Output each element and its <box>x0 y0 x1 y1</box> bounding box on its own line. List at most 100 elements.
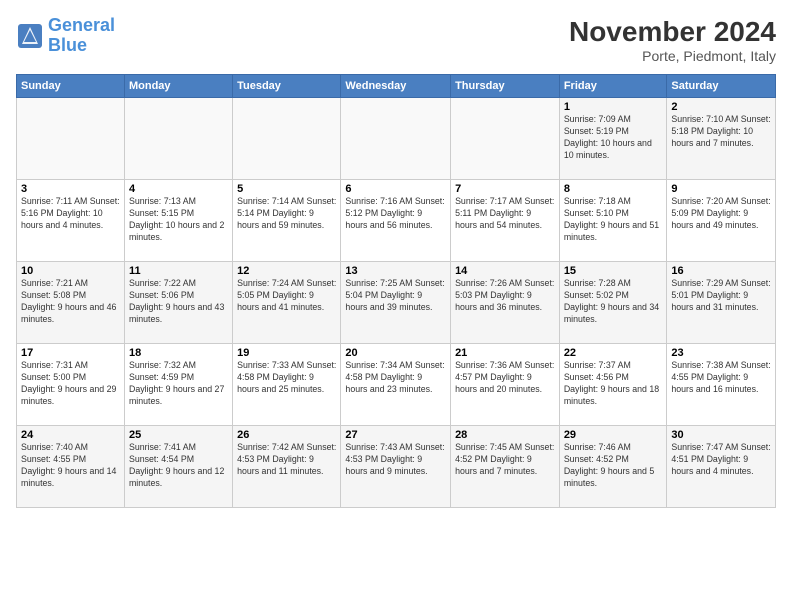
day-info: Sunrise: 7:45 AM Sunset: 4:52 PM Dayligh… <box>455 442 555 478</box>
weekday-row: SundayMondayTuesdayWednesdayThursdayFrid… <box>17 75 776 98</box>
day-number: 13 <box>345 265 446 277</box>
day-number: 26 <box>237 429 336 441</box>
calendar-cell: 23Sunrise: 7:38 AM Sunset: 4:55 PM Dayli… <box>667 344 776 426</box>
weekday-thursday: Thursday <box>451 75 560 98</box>
weekday-monday: Monday <box>124 75 232 98</box>
day-number: 25 <box>129 429 228 441</box>
day-number: 22 <box>564 347 663 359</box>
calendar-cell: 11Sunrise: 7:22 AM Sunset: 5:06 PM Dayli… <box>124 262 232 344</box>
weekday-tuesday: Tuesday <box>233 75 341 98</box>
calendar-body: 1Sunrise: 7:09 AM Sunset: 5:19 PM Daylig… <box>17 98 776 508</box>
weekday-friday: Friday <box>559 75 667 98</box>
day-info: Sunrise: 7:22 AM Sunset: 5:06 PM Dayligh… <box>129 278 228 326</box>
calendar-cell: 7Sunrise: 7:17 AM Sunset: 5:11 PM Daylig… <box>451 180 560 262</box>
day-number: 30 <box>671 429 771 441</box>
day-info: Sunrise: 7:10 AM Sunset: 5:18 PM Dayligh… <box>671 114 771 150</box>
day-number: 1 <box>564 101 663 113</box>
day-number: 28 <box>455 429 555 441</box>
calendar-week-3: 17Sunrise: 7:31 AM Sunset: 5:00 PM Dayli… <box>17 344 776 426</box>
day-number: 2 <box>671 101 771 113</box>
calendar-week-4: 24Sunrise: 7:40 AM Sunset: 4:55 PM Dayli… <box>17 426 776 508</box>
page: General Blue November 2024 Porte, Piedmo… <box>0 0 792 612</box>
calendar-week-1: 3Sunrise: 7:11 AM Sunset: 5:16 PM Daylig… <box>17 180 776 262</box>
calendar-cell: 21Sunrise: 7:36 AM Sunset: 4:57 PM Dayli… <box>451 344 560 426</box>
day-info: Sunrise: 7:11 AM Sunset: 5:16 PM Dayligh… <box>21 196 120 232</box>
day-info: Sunrise: 7:24 AM Sunset: 5:05 PM Dayligh… <box>237 278 336 314</box>
calendar-cell: 22Sunrise: 7:37 AM Sunset: 4:56 PM Dayli… <box>559 344 667 426</box>
day-number: 4 <box>129 183 228 195</box>
day-number: 14 <box>455 265 555 277</box>
day-info: Sunrise: 7:41 AM Sunset: 4:54 PM Dayligh… <box>129 442 228 490</box>
day-info: Sunrise: 7:36 AM Sunset: 4:57 PM Dayligh… <box>455 360 555 396</box>
day-number: 7 <box>455 183 555 195</box>
calendar-week-2: 10Sunrise: 7:21 AM Sunset: 5:08 PM Dayli… <box>17 262 776 344</box>
header: General Blue November 2024 Porte, Piedmo… <box>16 16 776 64</box>
day-number: 16 <box>671 265 771 277</box>
calendar-cell: 3Sunrise: 7:11 AM Sunset: 5:16 PM Daylig… <box>17 180 125 262</box>
day-info: Sunrise: 7:16 AM Sunset: 5:12 PM Dayligh… <box>345 196 446 232</box>
calendar-cell: 12Sunrise: 7:24 AM Sunset: 5:05 PM Dayli… <box>233 262 341 344</box>
calendar-header: SundayMondayTuesdayWednesdayThursdayFrid… <box>17 75 776 98</box>
day-number: 24 <box>21 429 120 441</box>
day-info: Sunrise: 7:09 AM Sunset: 5:19 PM Dayligh… <box>564 114 663 162</box>
calendar-cell: 28Sunrise: 7:45 AM Sunset: 4:52 PM Dayli… <box>451 426 560 508</box>
location-subtitle: Porte, Piedmont, Italy <box>569 48 776 64</box>
day-info: Sunrise: 7:34 AM Sunset: 4:58 PM Dayligh… <box>345 360 446 396</box>
day-number: 21 <box>455 347 555 359</box>
day-info: Sunrise: 7:33 AM Sunset: 4:58 PM Dayligh… <box>237 360 336 396</box>
calendar-cell <box>124 98 232 180</box>
day-info: Sunrise: 7:32 AM Sunset: 4:59 PM Dayligh… <box>129 360 228 408</box>
day-number: 12 <box>237 265 336 277</box>
calendar-cell: 24Sunrise: 7:40 AM Sunset: 4:55 PM Dayli… <box>17 426 125 508</box>
calendar-cell <box>451 98 560 180</box>
day-info: Sunrise: 7:20 AM Sunset: 5:09 PM Dayligh… <box>671 196 771 232</box>
calendar-cell: 18Sunrise: 7:32 AM Sunset: 4:59 PM Dayli… <box>124 344 232 426</box>
day-info: Sunrise: 7:28 AM Sunset: 5:02 PM Dayligh… <box>564 278 663 326</box>
logo-text: General Blue <box>48 16 115 56</box>
calendar-cell: 27Sunrise: 7:43 AM Sunset: 4:53 PM Dayli… <box>341 426 451 508</box>
calendar-cell <box>341 98 451 180</box>
day-number: 18 <box>129 347 228 359</box>
day-number: 5 <box>237 183 336 195</box>
day-info: Sunrise: 7:37 AM Sunset: 4:56 PM Dayligh… <box>564 360 663 408</box>
day-number: 9 <box>671 183 771 195</box>
calendar-cell: 1Sunrise: 7:09 AM Sunset: 5:19 PM Daylig… <box>559 98 667 180</box>
title-area: November 2024 Porte, Piedmont, Italy <box>569 16 776 64</box>
logo-general: General <box>48 15 115 35</box>
day-info: Sunrise: 7:29 AM Sunset: 5:01 PM Dayligh… <box>671 278 771 314</box>
calendar-cell: 15Sunrise: 7:28 AM Sunset: 5:02 PM Dayli… <box>559 262 667 344</box>
calendar-cell: 16Sunrise: 7:29 AM Sunset: 5:01 PM Dayli… <box>667 262 776 344</box>
day-info: Sunrise: 7:47 AM Sunset: 4:51 PM Dayligh… <box>671 442 771 478</box>
calendar-cell: 26Sunrise: 7:42 AM Sunset: 4:53 PM Dayli… <box>233 426 341 508</box>
calendar-cell <box>17 98 125 180</box>
day-number: 17 <box>21 347 120 359</box>
day-number: 3 <box>21 183 120 195</box>
calendar-cell: 2Sunrise: 7:10 AM Sunset: 5:18 PM Daylig… <box>667 98 776 180</box>
weekday-wednesday: Wednesday <box>341 75 451 98</box>
calendar-cell: 13Sunrise: 7:25 AM Sunset: 5:04 PM Dayli… <box>341 262 451 344</box>
calendar-cell <box>233 98 341 180</box>
day-info: Sunrise: 7:38 AM Sunset: 4:55 PM Dayligh… <box>671 360 771 396</box>
logo-blue: Blue <box>48 36 115 56</box>
calendar-cell: 8Sunrise: 7:18 AM Sunset: 5:10 PM Daylig… <box>559 180 667 262</box>
calendar-cell: 9Sunrise: 7:20 AM Sunset: 5:09 PM Daylig… <box>667 180 776 262</box>
day-info: Sunrise: 7:21 AM Sunset: 5:08 PM Dayligh… <box>21 278 120 326</box>
calendar-cell: 5Sunrise: 7:14 AM Sunset: 5:14 PM Daylig… <box>233 180 341 262</box>
day-number: 23 <box>671 347 771 359</box>
day-number: 11 <box>129 265 228 277</box>
day-info: Sunrise: 7:17 AM Sunset: 5:11 PM Dayligh… <box>455 196 555 232</box>
logo-icon <box>16 22 44 50</box>
weekday-saturday: Saturday <box>667 75 776 98</box>
calendar-cell: 30Sunrise: 7:47 AM Sunset: 4:51 PM Dayli… <box>667 426 776 508</box>
calendar-cell: 14Sunrise: 7:26 AM Sunset: 5:03 PM Dayli… <box>451 262 560 344</box>
day-info: Sunrise: 7:46 AM Sunset: 4:52 PM Dayligh… <box>564 442 663 490</box>
day-number: 29 <box>564 429 663 441</box>
day-info: Sunrise: 7:26 AM Sunset: 5:03 PM Dayligh… <box>455 278 555 314</box>
calendar-cell: 19Sunrise: 7:33 AM Sunset: 4:58 PM Dayli… <box>233 344 341 426</box>
calendar-cell: 29Sunrise: 7:46 AM Sunset: 4:52 PM Dayli… <box>559 426 667 508</box>
day-info: Sunrise: 7:43 AM Sunset: 4:53 PM Dayligh… <box>345 442 446 478</box>
calendar-cell: 4Sunrise: 7:13 AM Sunset: 5:15 PM Daylig… <box>124 180 232 262</box>
day-number: 6 <box>345 183 446 195</box>
day-info: Sunrise: 7:42 AM Sunset: 4:53 PM Dayligh… <box>237 442 336 478</box>
day-info: Sunrise: 7:18 AM Sunset: 5:10 PM Dayligh… <box>564 196 663 244</box>
